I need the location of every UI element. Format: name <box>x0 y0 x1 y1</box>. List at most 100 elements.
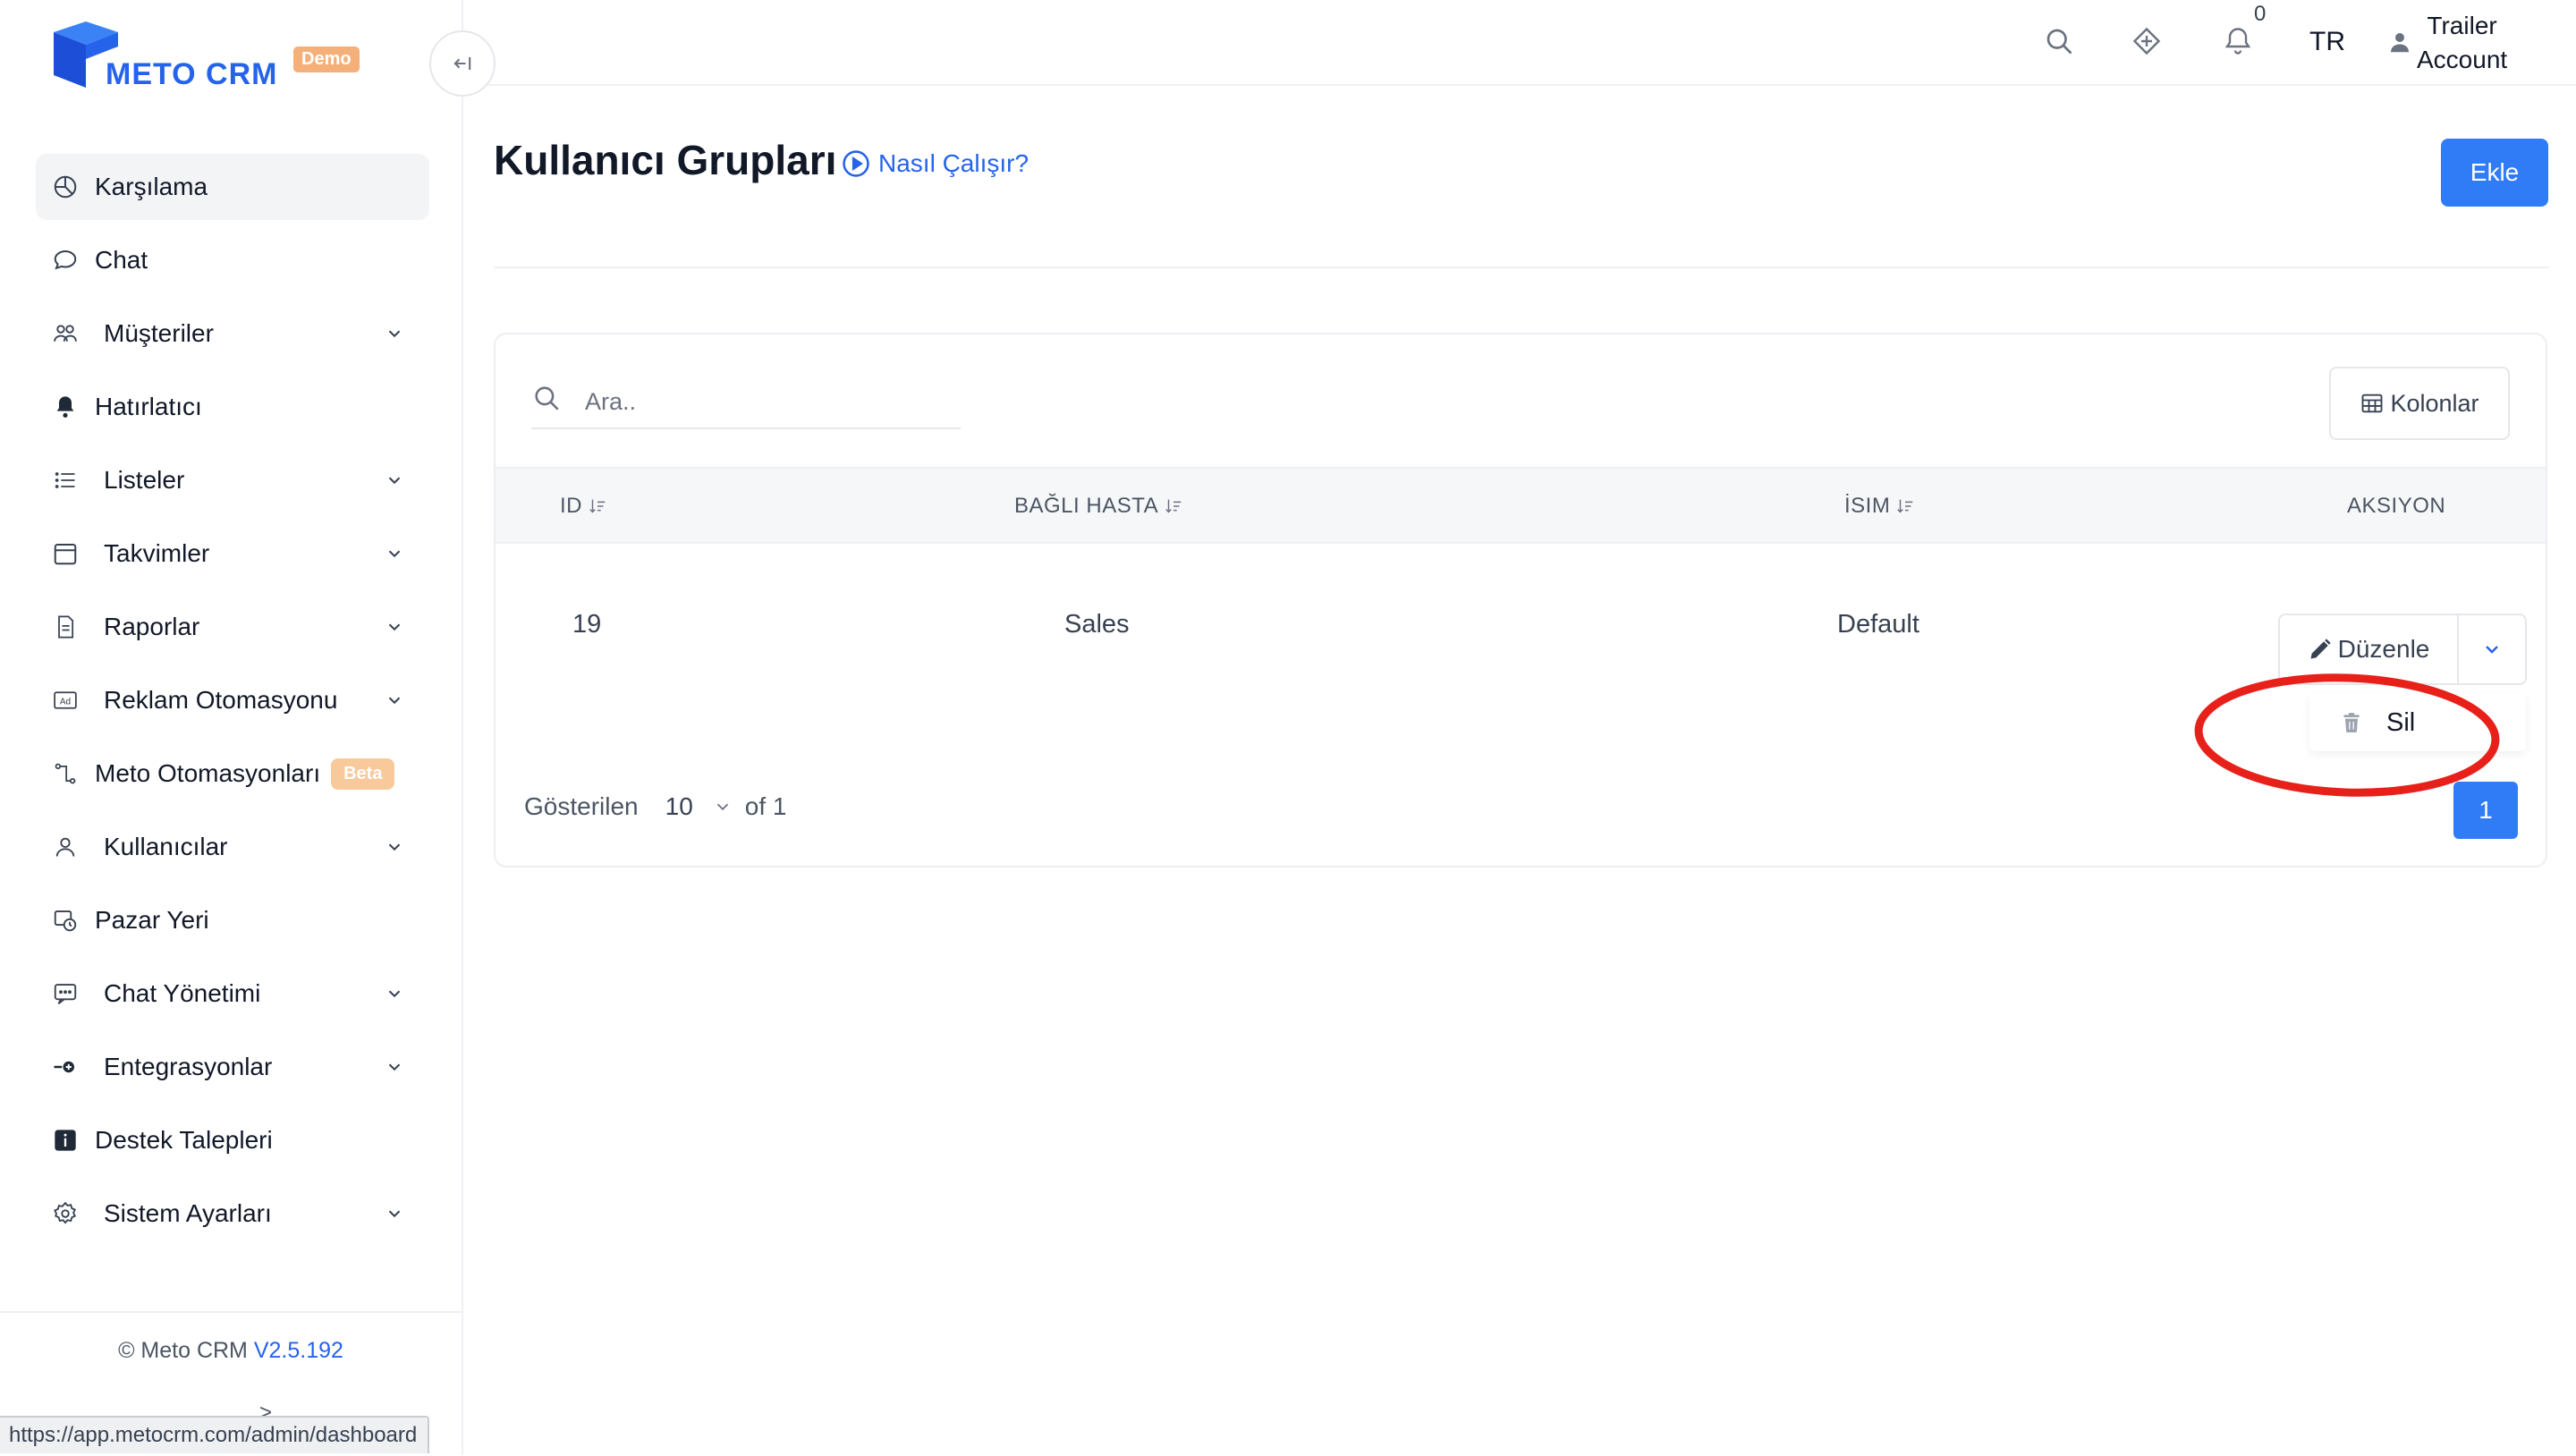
search-input[interactable] <box>583 383 953 420</box>
header-divider <box>494 267 2549 268</box>
shown-label: Gösterilen <box>524 792 639 820</box>
sidebar: METO CRM Demo Karşılama Chat Müşteriler <box>0 0 463 1454</box>
sidebar-item-label: Karşılama <box>95 173 208 200</box>
column-header-id[interactable]: ID <box>560 494 607 519</box>
edit-button-label: Düzenle <box>2337 635 2430 663</box>
search-icon[interactable] <box>2043 25 2075 57</box>
sidebar-item-label: Hatırlatıcı <box>95 393 202 420</box>
automation-icon <box>50 758 80 789</box>
sidebar-item-kullanicilar[interactable]: Kullanıcılar <box>36 814 429 880</box>
sidebar-item-chat-yonetimi[interactable]: Chat Yönetimi <box>36 961 429 1027</box>
status-bar-url: https://app.metocrm.com/admin/dashboard <box>0 1416 430 1453</box>
table-columns-icon <box>2362 394 2383 413</box>
chat-bubble-icon <box>50 245 80 275</box>
sidebar-item-musteriler[interactable]: Müşteriler <box>36 301 429 367</box>
chevron-down-icon <box>388 1063 401 1071</box>
brand-name: METO CRM <box>106 57 278 91</box>
sidebar-item-reklam-otomasyonu[interactable]: Ad Reklam Otomasyonu <box>36 667 429 733</box>
column-header-bagli-hasta[interactable]: BAĞLI HASTA <box>1014 494 1183 519</box>
sidebar-item-label: Müşteriler <box>104 319 214 347</box>
notification-bell-icon[interactable] <box>2222 25 2254 57</box>
sidebar-item-label: Raporlar <box>104 613 200 640</box>
diamond-icon[interactable] <box>2131 25 2163 57</box>
sidebar-item-label: Entegrasyonlar <box>104 1053 273 1080</box>
marketplace-icon <box>50 905 80 935</box>
sidebar-item-destek-talepleri[interactable]: Destek Talepleri <box>36 1107 429 1173</box>
table-search <box>531 377 961 429</box>
columns-button-label: Kolonlar <box>2390 389 2479 417</box>
column-header-isim[interactable]: İSIM <box>1844 494 1915 519</box>
page-total: of 1 <box>744 792 787 820</box>
users-icon <box>50 318 80 349</box>
sidebar-item-raporlar[interactable]: Raporlar <box>36 594 429 660</box>
demo-badge: Demo <box>293 47 360 72</box>
sidebar-item-entegrasyonlar[interactable]: Entegrasyonlar <box>36 1034 429 1100</box>
columns-button[interactable]: Kolonlar <box>2329 367 2510 440</box>
pagination-info: Gösterilen 10 of 1 <box>524 792 786 821</box>
calendar-icon <box>50 538 80 569</box>
svg-text:Ad: Ad <box>60 697 71 707</box>
integration-icon <box>50 1052 80 1082</box>
sidebar-item-label: Chat <box>95 246 148 274</box>
column-header-label: AKSIYON <box>2347 494 2446 518</box>
sidebar-item-label: Listeler <box>104 466 185 494</box>
action-dropdown-toggle[interactable] <box>2459 615 2525 683</box>
delete-menu-item[interactable]: Sil <box>2309 692 2526 751</box>
add-button[interactable]: Ekle <box>2441 139 2548 207</box>
account-icon[interactable] <box>2386 29 2413 55</box>
sidebar-item-label: Sistem Ayarları <box>104 1199 272 1227</box>
list-icon <box>50 465 80 495</box>
chevron-down-icon[interactable] <box>713 797 733 817</box>
sort-icon <box>1165 499 1182 513</box>
sidebar-item-label: Pazar Yeri <box>95 906 209 934</box>
chevron-down-icon <box>388 477 401 485</box>
column-header-label: ID <box>560 494 582 518</box>
help-link[interactable]: Nasıl Çalışır? <box>841 148 1029 179</box>
sort-icon <box>1897 499 1913 513</box>
cell-id: 19 <box>572 610 602 639</box>
sidebar-item-takvimler[interactable]: Takvimler <box>36 521 429 587</box>
sidebar-item-karsilama[interactable]: Karşılama <box>36 154 429 220</box>
sidebar-item-chat[interactable]: Chat <box>36 227 429 293</box>
row-action-group: Düzenle <box>2278 614 2527 685</box>
copyright-text: © Meto CRM <box>118 1338 248 1363</box>
language-selector[interactable]: TR <box>2309 27 2345 57</box>
chevron-down-icon <box>388 697 401 705</box>
sidebar-item-sistem-ayarlari[interactable]: Sistem Ayarları <box>36 1181 429 1247</box>
sidebar-nav: Karşılama Chat Müşteriler Hatırlatıcı Li… <box>36 154 429 1254</box>
sidebar-item-label: Kullanıcılar <box>104 833 228 860</box>
cell-bagli-hasta: Sales <box>1064 610 1130 639</box>
chevron-down-icon <box>388 550 401 558</box>
account-menu[interactable]: Trailer Account <box>2417 9 2507 77</box>
sidebar-item-label: Destek Talepleri <box>95 1126 273 1154</box>
edit-button[interactable]: Düzenle <box>2280 615 2457 683</box>
column-header-aksiyon: AKSIYON <box>2347 494 2445 519</box>
page-button-current[interactable]: 1 <box>2453 782 2518 839</box>
table-header: ID BAĞLI HASTA İSIM AKSIYON <box>496 467 2546 544</box>
page-title: Kullanıcı Grupları <box>494 137 837 183</box>
bell-icon <box>50 392 80 422</box>
sort-icon <box>589 499 606 513</box>
sidebar-item-pazar-yeri[interactable]: Pazar Yeri <box>36 887 429 953</box>
chevron-down-icon <box>2486 646 2498 654</box>
sidebar-item-meto-otomasyonlari[interactable]: Meto Otomasyonları Beta <box>36 741 429 807</box>
table-row[interactable]: 19 Sales Default <box>496 544 2546 678</box>
collapse-sidebar-button[interactable] <box>429 30 496 97</box>
collapse-arrow-icon <box>453 57 471 70</box>
chevron-down-icon <box>388 330 401 338</box>
chevron-down-icon <box>388 623 401 631</box>
column-header-label: İSIM <box>1844 494 1891 518</box>
sidebar-item-label: Reklam Otomasyonu <box>104 686 338 714</box>
trash-icon <box>2343 713 2360 732</box>
version-link[interactable]: V2.5.192 <box>254 1338 343 1363</box>
sidebar-item-label: Chat Yönetimi <box>104 979 261 1007</box>
page-size-select[interactable]: 10 <box>665 792 693 821</box>
beta-badge: Beta <box>331 758 395 790</box>
help-link-label: Nasıl Çalışır? <box>878 149 1030 177</box>
chevron-down-icon <box>388 1210 401 1218</box>
delete-menu-label: Sil <box>2386 708 2416 737</box>
user-icon <box>50 832 80 862</box>
dashboard-icon <box>50 172 80 202</box>
sidebar-item-hatirlatici[interactable]: Hatırlatıcı <box>36 374 429 440</box>
sidebar-item-listeler[interactable]: Listeler <box>36 447 429 513</box>
